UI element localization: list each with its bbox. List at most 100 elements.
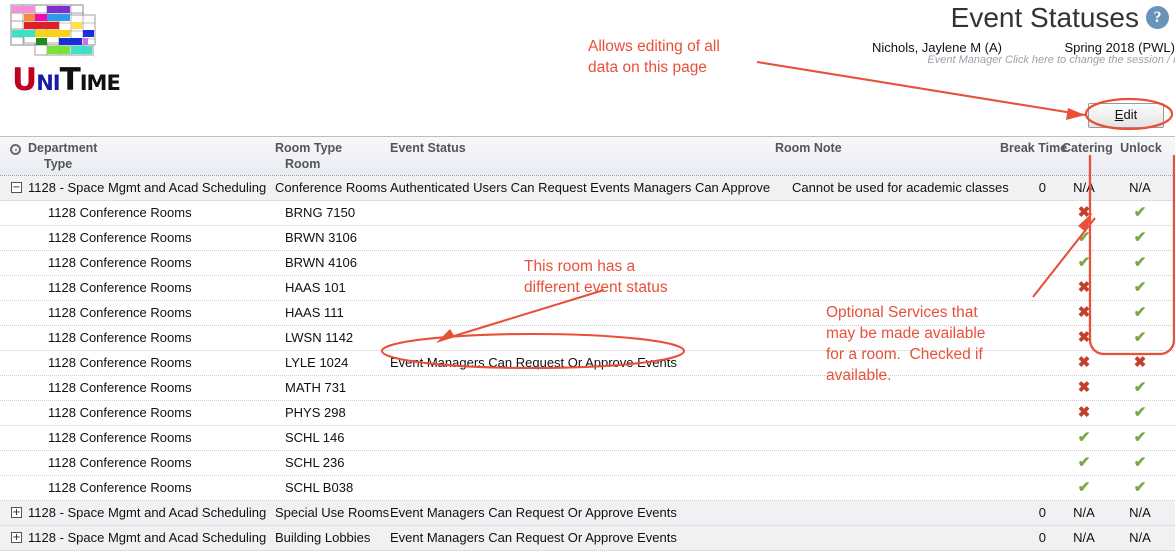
column-header-type[interactable]: Type [44, 157, 72, 171]
unitime-logo-mark [10, 4, 96, 56]
table-row[interactable]: 1128 Conference Rooms BRNG 7150 ✖ ✔ [0, 201, 1175, 226]
row-department: 1128 Conference Rooms [48, 230, 192, 245]
row-department: 1128 Conference Rooms [48, 430, 192, 445]
group-break-time: 0 [1038, 180, 1046, 195]
check-icon: ✔ [1133, 454, 1147, 471]
row-unlock: ✔ [1116, 426, 1164, 450]
gear-icon[interactable] [10, 144, 21, 155]
group-unlock: N/A [1129, 530, 1151, 545]
row-department: 1128 Conference Rooms [48, 455, 192, 470]
column-header-department[interactable]: Department [28, 141, 97, 155]
column-header-event-status[interactable]: Event Status [390, 141, 466, 155]
help-icon[interactable]: ? [1146, 6, 1169, 29]
logo-letters-ime: IME [79, 71, 121, 95]
row-unlock: ✔ [1116, 451, 1164, 475]
row-catering: ✖ [1060, 276, 1108, 300]
check-icon: ✔ [1133, 329, 1147, 346]
row-unlock: ✔ [1116, 401, 1164, 425]
row-catering: ✖ [1060, 376, 1108, 400]
table-row[interactable]: 1128 Conference Rooms MATH 731 ✖ ✔ [0, 376, 1175, 401]
column-header-break-time[interactable]: Break Time [1000, 141, 1067, 155]
row-department: 1128 Conference Rooms [48, 305, 192, 320]
group-event-status: Event Managers Can Request Or Approve Ev… [390, 505, 677, 520]
row-room: LWSN 1142 [285, 330, 354, 345]
unitime-logo[interactable]: UNITIME [8, 4, 121, 98]
edit-button[interactable]: Edit [1088, 103, 1164, 128]
column-header-catering[interactable]: Catering [1062, 141, 1113, 155]
row-catering: ✖ [1060, 201, 1108, 225]
group-break-time: 0 [1038, 505, 1046, 520]
table-group-row[interactable]: +1128 - Space Mgmt and Acad Scheduling Bu… [0, 526, 1175, 551]
row-unlock: ✔ [1116, 226, 1164, 250]
row-event-status: Event Managers Can Request Or Approve Ev… [390, 355, 677, 370]
cross-icon: ✖ [1077, 204, 1091, 221]
check-icon: ✔ [1133, 304, 1147, 321]
column-header-unlock[interactable]: Unlock [1116, 141, 1166, 155]
logo-letter-u: U [12, 62, 37, 98]
cross-icon: ✖ [1077, 379, 1091, 396]
row-catering: ✖ [1060, 301, 1108, 325]
row-department: 1128 Conference Rooms [48, 480, 192, 495]
session-change-hint: Click here to change the session / role. [1005, 54, 1175, 66]
table-row[interactable]: 1128 Conference Rooms PHYS 298 ✖ ✔ [0, 401, 1175, 426]
row-room: LYLE 1024 [285, 355, 349, 370]
expand-icon[interactable]: + [11, 532, 22, 543]
group-room-type: Special Use Rooms [275, 505, 390, 520]
event-statuses-page: UNITIME Event Statuses ? Nichols, Jaylen… [0, 0, 1175, 551]
annotation-status-note: This room has a different event status [524, 258, 668, 296]
row-catering: ✔ [1060, 476, 1108, 500]
row-catering: ✔ [1060, 426, 1108, 450]
group-room-type: Conference Rooms [275, 180, 387, 195]
cross-icon: ✖ [1133, 354, 1147, 371]
row-room: SCHL 146 [285, 430, 345, 445]
check-icon: ✔ [1133, 279, 1147, 296]
row-unlock: ✔ [1116, 376, 1164, 400]
check-icon: ✔ [1133, 229, 1147, 246]
table-row[interactable]: 1128 Conference Rooms SCHL B038 ✔ ✔ [0, 476, 1175, 501]
user-info[interactable]: Nichols, Jaylene M (A) Event Manager [852, 40, 1002, 66]
table-row[interactable]: 1128 Conference Rooms SCHL 236 ✔ ✔ [0, 451, 1175, 476]
group-room-type: Building Lobbies [275, 530, 371, 545]
table-row[interactable]: 1128 Conference Rooms BRWN 3106 ✔ ✔ [0, 226, 1175, 251]
group-unlock: N/A [1129, 180, 1151, 195]
row-unlock: ✔ [1116, 301, 1164, 325]
check-icon: ✔ [1133, 379, 1147, 396]
column-header-room-note[interactable]: Room Note [775, 141, 842, 155]
expand-icon[interactable]: + [11, 507, 22, 518]
check-icon: ✔ [1077, 454, 1091, 471]
edit-label-rest: dit [1123, 107, 1138, 122]
table-group-row[interactable]: +1128 - Space Mgmt and Acad Scheduling Sp… [0, 501, 1175, 526]
table-row[interactable]: 1128 Conference Rooms LWSN 1142 ✖ ✔ [0, 326, 1175, 351]
group-department: 1128 - Space Mgmt and Acad Scheduling [28, 530, 267, 545]
logo-letters-ni: NI [36, 71, 60, 95]
group-department: 1128 - Space Mgmt and Acad Scheduling [28, 505, 267, 520]
group-unlock: N/A [1129, 505, 1151, 520]
table-row[interactable]: 1128 Conference Rooms LYLE 1024 Event Mana… [0, 351, 1175, 376]
group-event-status: Authenticated Users Can Request Events M… [390, 180, 771, 195]
row-unlock: ✔ [1116, 276, 1164, 300]
collapse-icon[interactable]: − [11, 182, 22, 193]
check-icon: ✔ [1133, 204, 1147, 221]
row-catering: ✔ [1060, 226, 1108, 250]
column-header-room[interactable]: Room [285, 157, 320, 171]
session-name: Spring 2018 (PWL) [1064, 40, 1175, 55]
session-info[interactable]: Spring 2018 (PWL) Click here to change t… [1005, 40, 1175, 66]
row-department: 1128 Conference Rooms [48, 280, 192, 295]
user-role: Event Manager [927, 54, 1002, 66]
column-header-room-type[interactable]: Room Type [275, 141, 342, 155]
row-unlock: ✔ [1116, 201, 1164, 225]
row-department: 1128 Conference Rooms [48, 205, 192, 220]
row-department: 1128 Conference Rooms [48, 405, 192, 420]
group-department: 1128 - Space Mgmt and Acad Scheduling [28, 180, 267, 195]
row-room: SCHL B038 [285, 480, 354, 495]
annotation-edit-note: Allows editing of all data on this page [588, 38, 720, 76]
cross-icon: ✖ [1077, 279, 1091, 296]
cross-icon: ✖ [1077, 329, 1091, 346]
arrow-line-edit [756, 60, 1086, 117]
table-row[interactable]: 1128 Conference Rooms SCHL 146 ✔ ✔ [0, 426, 1175, 451]
row-room: SCHL 236 [285, 455, 345, 470]
table-group-row[interactable]: −1128 - Space Mgmt and Acad Scheduling Co… [0, 176, 1175, 201]
row-catering: ✖ [1060, 351, 1108, 375]
table-row[interactable]: 1128 Conference Rooms HAAS 111 ✖ ✔ [0, 301, 1175, 326]
unitime-wordmark: UNITIME [12, 62, 121, 98]
